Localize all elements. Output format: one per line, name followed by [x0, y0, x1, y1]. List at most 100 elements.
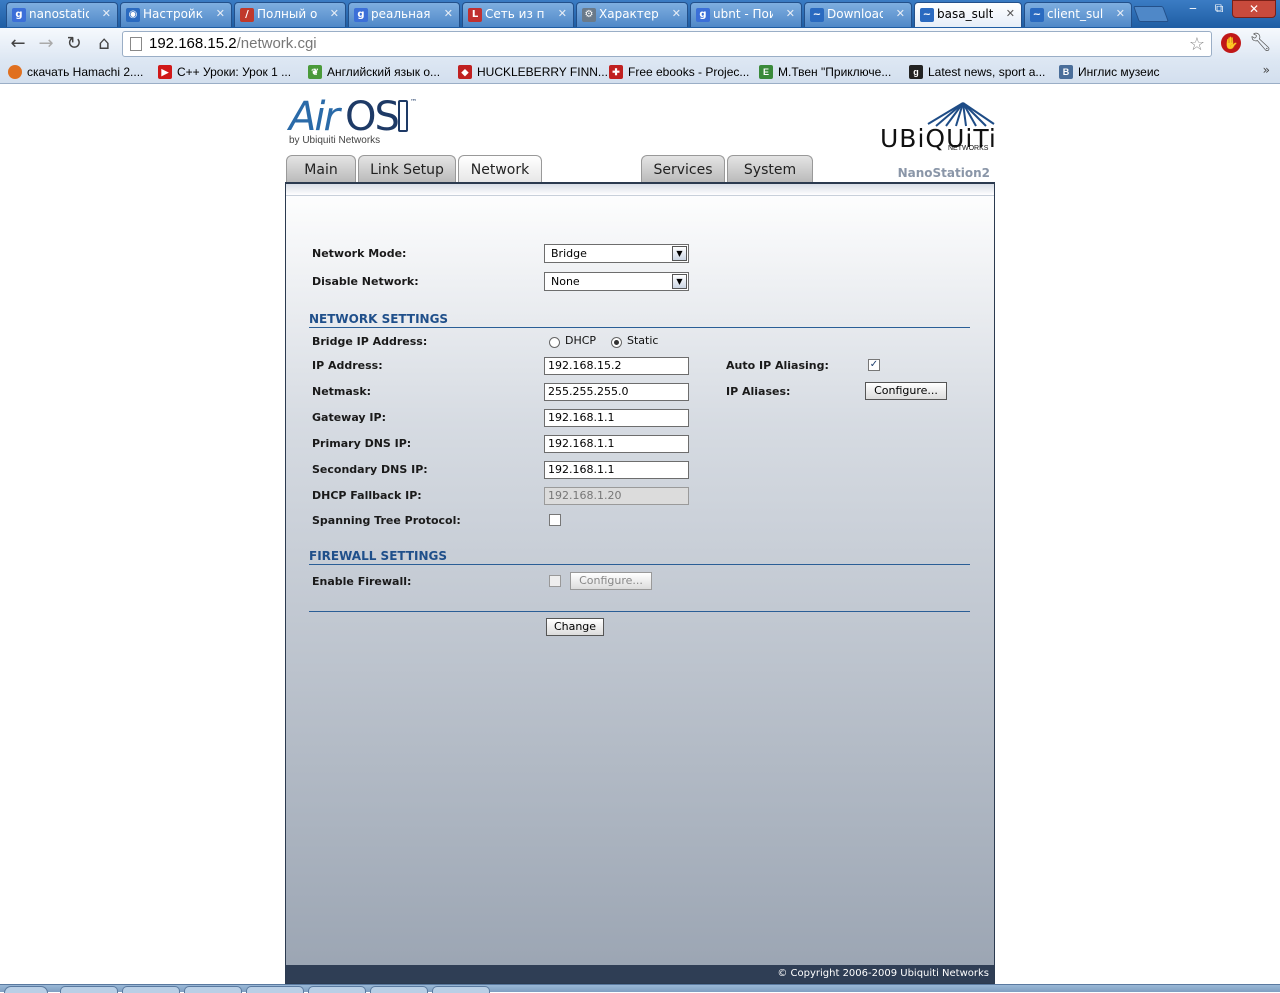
panel-top-band	[286, 184, 994, 196]
page-icon	[130, 37, 142, 51]
bookmark-item[interactable]: E М.Твен "Приключе...	[759, 63, 891, 81]
tab-title: Характери	[599, 7, 659, 21]
wrench-icon: ⚙	[582, 8, 596, 22]
close-window-button[interactable]: ✕	[1232, 0, 1276, 18]
close-tab-icon[interactable]: ✕	[558, 3, 567, 25]
netmask-input[interactable]: 255.255.255.0	[544, 383, 689, 401]
disable-network-select[interactable]: None ▼	[544, 272, 689, 291]
taskbar	[0, 984, 1280, 993]
minimize-button[interactable]: ‒	[1180, 0, 1206, 18]
tab-main[interactable]: Main	[286, 155, 356, 183]
close-tab-icon[interactable]: ✕	[102, 3, 111, 25]
bookmark-item[interactable]: ✚ Free ebooks - Projec...	[609, 63, 749, 81]
browser-tab[interactable]: g ubnt - Пои ✕	[690, 2, 802, 27]
bookmark-item[interactable]: ❦ Английский язык о...	[308, 63, 440, 81]
browser-tab[interactable]: ~ Download ✕	[804, 2, 912, 27]
bookmarks-bar: скачать Hamachi 2.... ▶ C++ Уроки: Урок 1…	[0, 60, 1280, 84]
device-name: NanoStation2	[897, 166, 990, 180]
tab-network[interactable]: Network	[458, 155, 542, 185]
tab-title: basa_sultar	[937, 7, 993, 21]
bookmark-label: скачать Hamachi 2....	[27, 65, 144, 79]
ip-aliases-label: IP Aliases:	[726, 385, 791, 398]
disable-network-label: Disable Network:	[312, 275, 419, 288]
browser-tab[interactable]: g nanostatio ✕	[6, 2, 118, 27]
browser-tab[interactable]: g реальная ✕	[348, 2, 460, 27]
bookmark-label: М.Твен "Приключе...	[778, 65, 892, 79]
bookmark-item[interactable]: B Инглис музеис	[1059, 63, 1160, 81]
dhcp-radio-label: DHCP	[565, 334, 597, 347]
page-content: Air OS ™ by Ubiquiti Networks UBiQUiTi N…	[0, 84, 1280, 984]
airos-byline: by Ubiquiti Networks	[289, 135, 381, 146]
reload-button[interactable]: ↻	[62, 32, 86, 56]
change-button[interactable]: Change	[546, 618, 604, 636]
auto-ip-aliasing-checkbox[interactable]: ✓	[868, 359, 880, 371]
close-tab-icon[interactable]: ✕	[1006, 3, 1015, 25]
chevron-down-icon[interactable]: ▼	[672, 246, 687, 261]
browser-tab[interactable]: ⚙Характери ✕	[576, 2, 688, 27]
ip-aliases-configure-button[interactable]: Configure...	[865, 382, 947, 400]
tab-title: ubnt - Пои	[713, 7, 773, 21]
tab-strip: gnanostatio✕ ◉Настройка✕ /Полный о✕ gреа…	[0, 0, 1280, 28]
airos-logo-os: OS	[345, 94, 400, 140]
secondary-dns-input[interactable]: 192.168.1.1	[544, 461, 689, 479]
secondary-dns-label: Secondary DNS IP:	[312, 463, 428, 476]
ip-address-input[interactable]: 192.168.15.2	[544, 357, 689, 375]
tab-system[interactable]: System	[727, 155, 813, 183]
vk-icon: B	[1059, 65, 1073, 79]
bookmark-star-icon[interactable]: ☆	[1189, 32, 1205, 56]
static-radio[interactable]	[611, 337, 622, 348]
forward-button[interactable]: →	[34, 32, 58, 56]
primary-dns-input[interactable]: 192.168.1.1	[544, 435, 689, 453]
new-tab-button[interactable]	[1133, 6, 1169, 22]
tab-services[interactable]: Services	[641, 155, 725, 183]
close-tab-icon[interactable]: ✕	[216, 3, 225, 25]
diamond-icon: ◆	[458, 65, 472, 79]
browser-chrome: gnanostatio✕ ◉Настройка✕ /Полный о✕ gреа…	[0, 0, 1280, 84]
close-tab-icon[interactable]: ✕	[330, 3, 339, 25]
home-button[interactable]: ⌂	[92, 32, 116, 56]
close-tab-icon[interactable]: ✕	[1116, 3, 1125, 25]
network-settings-heading: NETWORK SETTINGS	[309, 312, 970, 328]
close-tab-icon[interactable]: ✕	[896, 3, 905, 25]
network-mode-label: Network Mode:	[312, 247, 407, 260]
ubnt-icon: ~	[810, 8, 824, 22]
gateway-ip-input[interactable]: 192.168.1.1	[544, 409, 689, 427]
dhcp-fallback-input: 192.168.1.20	[544, 487, 689, 505]
browser-tab[interactable]: LСеть из па ✕	[462, 2, 574, 27]
disable-network-value: None	[551, 275, 580, 288]
maximize-button[interactable]: ⧉	[1206, 0, 1232, 18]
stp-label: Spanning Tree Protocol:	[312, 514, 461, 527]
firewall-configure-button: Configure...	[570, 572, 652, 590]
dhcp-radio[interactable]	[549, 337, 560, 348]
bookmark-item[interactable]: скачать Hamachi 2....	[8, 63, 143, 81]
back-button[interactable]: ←	[6, 32, 30, 56]
close-tab-icon[interactable]: ✕	[444, 3, 453, 25]
browser-tab[interactable]: / Полный о ✕	[234, 2, 346, 27]
browser-tab[interactable]: ◉Настройка ✕	[120, 2, 232, 27]
bookmark-label: Free ebooks - Projec...	[628, 65, 750, 79]
tab-title: Сеть из па	[485, 7, 545, 21]
network-mode-select[interactable]: Bridge ▼	[544, 244, 689, 263]
trademark: ™	[410, 98, 417, 106]
address-bar[interactable]: 192.168.15.2/network.cgi ☆	[122, 31, 1212, 57]
copyright-footer: © Copyright 2006-2009 Ubiquiti Networks	[286, 965, 994, 983]
g-icon: g	[909, 65, 923, 79]
bookmarks-more-button[interactable]: »	[1263, 63, 1270, 77]
close-tab-icon[interactable]: ✕	[786, 3, 795, 25]
netmask-label: Netmask:	[312, 385, 372, 398]
chevron-down-icon[interactable]: ▼	[672, 274, 687, 289]
close-tab-icon[interactable]: ✕	[672, 3, 681, 25]
bookmark-item[interactable]: g Latest news, sport a...	[909, 63, 1045, 81]
browser-tab-active[interactable]: ~basa_sultar ✕	[914, 2, 1022, 27]
tab-link-setup[interactable]: Link Setup	[358, 155, 456, 183]
browser-tab[interactable]: ~client_sulta ✕	[1024, 2, 1132, 27]
divider	[309, 611, 970, 612]
stp-checkbox[interactable]	[549, 514, 561, 526]
dhcp-fallback-label: DHCP Fallback IP:	[312, 489, 422, 502]
bookmark-item[interactable]: ◆ HUCKLEBERRY FINN...	[458, 63, 608, 81]
bookmark-item[interactable]: ▶ C++ Уроки: Урок 1 ...	[158, 63, 291, 81]
wrench-icon[interactable]: 🔧︎	[1249, 32, 1272, 53]
bookmark-label: Английский язык о...	[327, 65, 441, 79]
adblock-icon[interactable]: ✋	[1221, 33, 1241, 53]
enable-firewall-checkbox[interactable]	[549, 575, 561, 587]
